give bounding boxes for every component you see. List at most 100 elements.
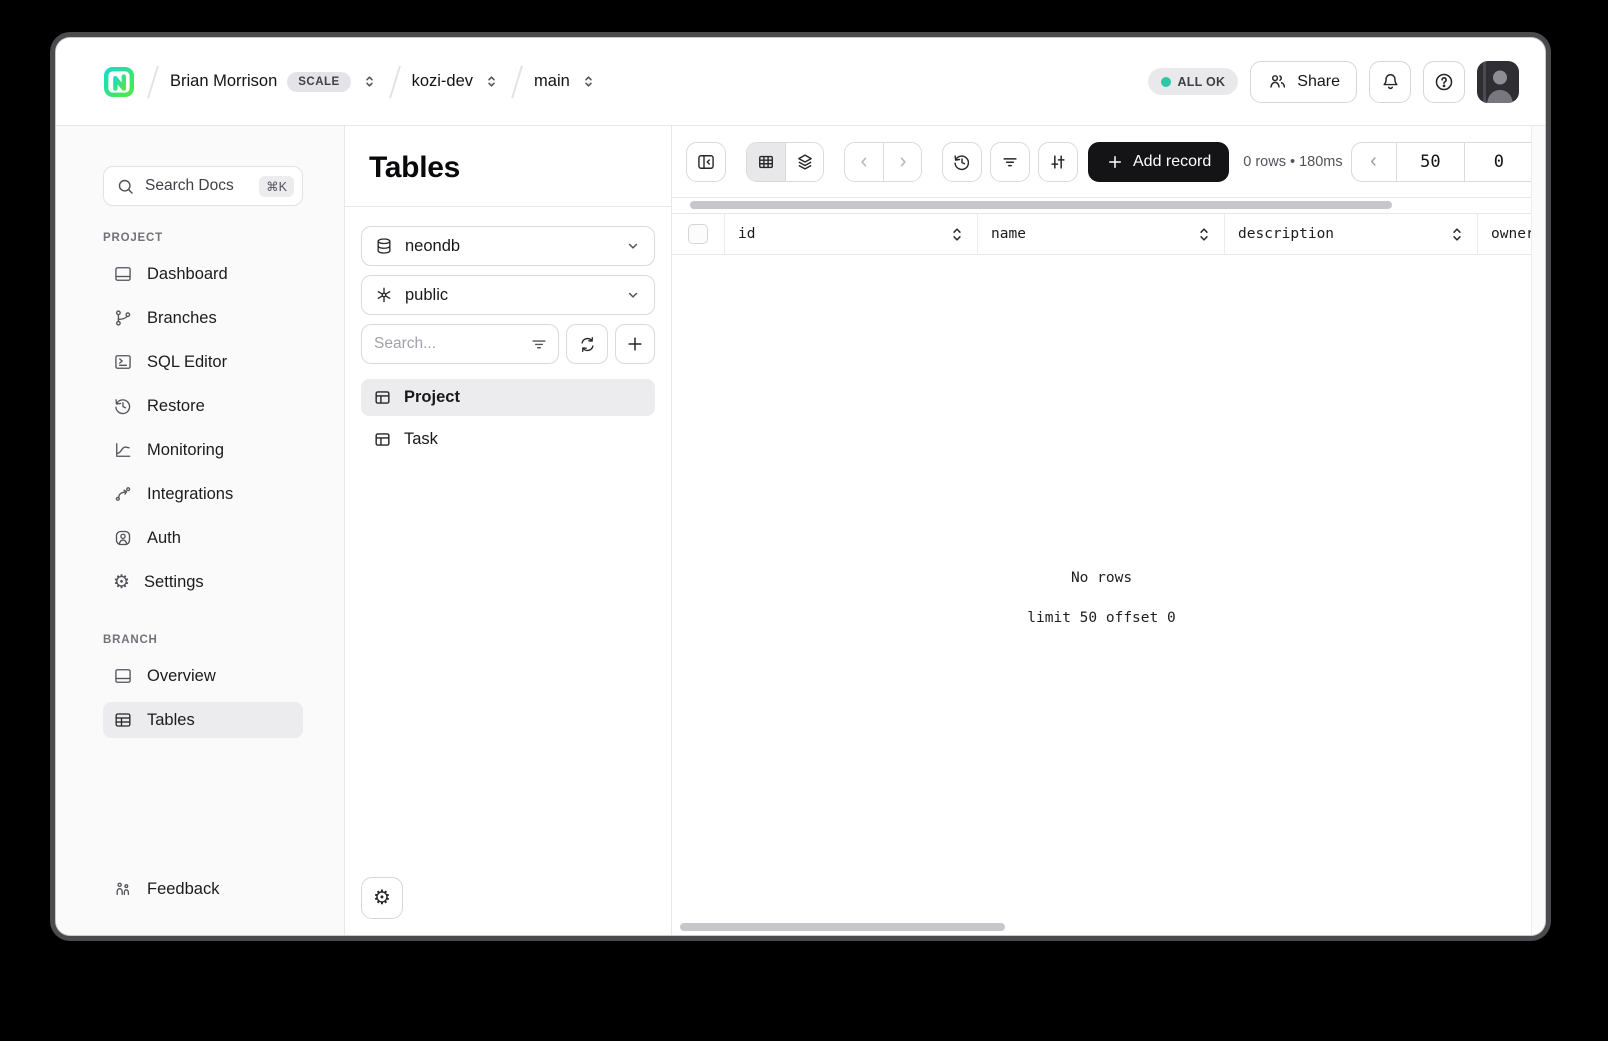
column-label: name <box>991 226 1026 242</box>
data-view-content: Add record 0 rows • 180ms 50 0 id name d… <box>672 126 1531 935</box>
column-header-description[interactable]: description <box>1225 214 1478 254</box>
select-all-cell <box>672 214 725 254</box>
horizontal-scrollbar-bottom <box>672 920 1531 935</box>
redo-button[interactable] <box>883 142 921 181</box>
notifications-button[interactable] <box>1369 60 1411 103</box>
page-size-input[interactable]: 50 <box>1395 142 1465 181</box>
sidebar-item-label: Branches <box>147 308 217 327</box>
app-body: Search Docs ⌘K PROJECT Dashboard Branche… <box>56 126 1545 935</box>
grid-view-button[interactable] <box>747 142 785 181</box>
sort-icon[interactable] <box>1450 226 1464 243</box>
sidebar-item-tables[interactable]: Tables <box>103 702 303 738</box>
data-view: Add record 0 rows • 180ms 50 0 id name d… <box>672 126 1545 935</box>
column-header-name[interactable]: name <box>978 214 1225 254</box>
plan-badge: SCALE <box>287 71 351 92</box>
history-icon <box>952 152 972 172</box>
column-label: id <box>738 226 756 242</box>
overview-icon <box>113 666 133 686</box>
collapse-panel-button[interactable] <box>686 141 726 182</box>
table-item-project[interactable]: Project <box>361 379 655 416</box>
help-button[interactable] <box>1423 60 1465 103</box>
integrations-icon <box>113 484 133 504</box>
table-icon <box>373 388 392 407</box>
collapse-panel-icon <box>696 152 716 172</box>
sidebar-item-label: Overview <box>147 666 216 685</box>
branch-section-label: BRANCH <box>103 634 158 646</box>
undo-button[interactable] <box>845 142 883 181</box>
sidebar-item-branches[interactable]: Branches <box>103 300 303 336</box>
sidebar-item-integrations[interactable]: Integrations <box>103 476 303 512</box>
status-label: ALL OK <box>1177 74 1226 89</box>
sidebar-item-label: Integrations <box>147 484 234 503</box>
status-badge[interactable]: ALL OK <box>1147 68 1239 95</box>
tables-panel-controls: neondb public Search... <box>345 206 671 364</box>
history-button[interactable] <box>942 141 982 182</box>
table-item-task[interactable]: Task <box>361 421 655 458</box>
previous-page-button[interactable] <box>1352 143 1396 181</box>
bell-icon <box>1380 71 1401 92</box>
tables-icon <box>113 710 133 730</box>
restore-icon <box>113 396 133 416</box>
layers-view-button[interactable] <box>785 142 823 181</box>
sidebar-item-auth[interactable]: Auth <box>103 520 303 556</box>
empty-state-line1: No rows <box>1070 569 1133 586</box>
sidebar-item-dashboard[interactable]: Dashboard <box>103 256 303 292</box>
sort-icon[interactable] <box>1197 226 1211 243</box>
sidebar-item-restore[interactable]: Restore <box>103 388 303 424</box>
breadcrumb-project[interactable]: kozi-dev <box>412 72 500 91</box>
database-selector[interactable]: neondb <box>361 226 655 266</box>
user-avatar[interactable] <box>1477 60 1519 103</box>
sidebar-item-settings[interactable]: ⚙ Settings <box>103 564 303 600</box>
view-settings-button[interactable] <box>1038 141 1078 182</box>
add-record-button[interactable]: Add record <box>1088 141 1230 182</box>
sidebar-item-overview[interactable]: Overview <box>103 658 303 694</box>
grid-header-row: id name description owner <box>672 213 1531 255</box>
sort-icon[interactable] <box>950 226 964 243</box>
chevron-up-down-icon[interactable] <box>361 73 378 90</box>
page-offset-input[interactable]: 0 <box>1464 142 1531 181</box>
panel-settings-button[interactable]: ⚙ <box>361 877 403 919</box>
search-docs-label: Search Docs <box>145 177 234 194</box>
vertical-scrollbar-track[interactable] <box>1531 126 1545 935</box>
desktop-background: Brian Morrison SCALE kozi-dev main ALL O… <box>0 0 1608 1041</box>
add-table-button[interactable] <box>615 324 655 364</box>
horizontal-scrollbar-top <box>672 198 1531 213</box>
help-icon <box>1433 71 1455 93</box>
breadcrumb-separator <box>147 64 159 99</box>
refresh-icon <box>578 335 597 354</box>
sidebar-item-monitoring[interactable]: Monitoring <box>103 432 303 468</box>
feedback-icon <box>113 879 133 899</box>
chevron-down-icon <box>624 286 642 304</box>
sidebar-item-label: Restore <box>147 396 205 415</box>
scrollbar-thumb[interactable] <box>680 923 1005 931</box>
page-title: Tables <box>369 151 461 184</box>
column-label: description <box>1238 226 1335 242</box>
project-section-label: PROJECT <box>103 232 163 244</box>
sidebar: Search Docs ⌘K PROJECT Dashboard Branche… <box>56 126 345 935</box>
status-ok-dot <box>1160 76 1171 87</box>
table-icon <box>373 430 392 449</box>
column-header-owner[interactable]: owner <box>1478 214 1531 254</box>
sidebar-item-sql-editor[interactable]: SQL Editor <box>103 344 303 380</box>
table-item-label: Task <box>404 430 438 448</box>
share-button[interactable]: Share <box>1250 60 1357 103</box>
filter-button[interactable] <box>990 141 1030 182</box>
chevron-up-down-icon[interactable] <box>483 73 500 90</box>
sidebar-item-feedback[interactable]: Feedback <box>103 871 303 907</box>
column-label: owner <box>1491 226 1531 242</box>
breadcrumb-org[interactable]: Brian Morrison SCALE <box>170 71 378 92</box>
column-header-id[interactable]: id <box>725 214 978 254</box>
filter-icon[interactable] <box>529 334 549 354</box>
schema-selector[interactable]: public <box>361 275 655 315</box>
chevron-up-down-icon[interactable] <box>580 73 597 90</box>
search-icon <box>116 177 135 196</box>
neon-logo[interactable] <box>102 65 136 99</box>
view-mode-toggle <box>746 141 824 182</box>
search-docs-input[interactable]: Search Docs ⌘K <box>103 166 303 206</box>
scrollbar-thumb[interactable] <box>690 201 1392 209</box>
breadcrumb-branch[interactable]: main <box>534 72 597 91</box>
header-actions: ALL OK Share <box>1147 60 1519 103</box>
monitoring-icon <box>113 440 133 460</box>
refresh-button[interactable] <box>566 324 608 364</box>
select-all-checkbox[interactable] <box>688 224 708 244</box>
